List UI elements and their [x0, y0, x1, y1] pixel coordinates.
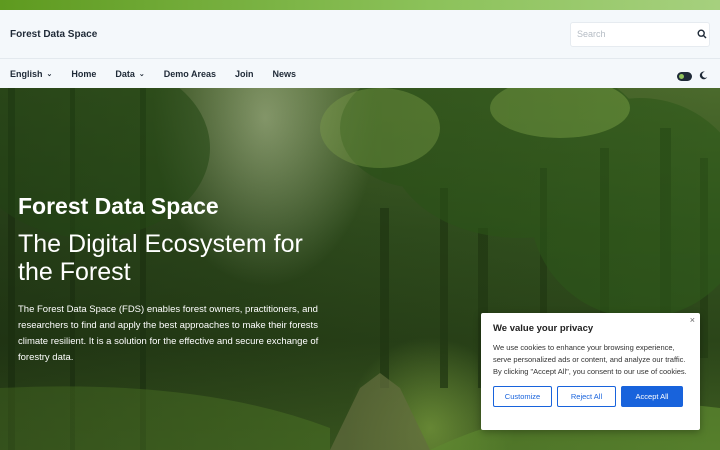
nav-demo-areas-label: Demo Areas [163, 68, 216, 79]
nav-news[interactable]: News [273, 69, 297, 79]
nav-news-label: News [272, 68, 297, 79]
nav-demo-areas[interactable]: Demo Areas [164, 69, 216, 79]
customize-button[interactable]: Customize [493, 386, 552, 407]
nav-join-label: Join [235, 68, 254, 79]
cookie-buttons: Customize Reject All Accept All [493, 386, 688, 407]
hero-title: Forest Data Space [18, 193, 219, 219]
search-input[interactable] [571, 29, 694, 39]
nav-home[interactable]: Home [71, 69, 96, 79]
nav-home-label: Home [71, 68, 97, 79]
nav-join[interactable]: Join [235, 69, 254, 79]
nav-data[interactable]: Data ⌄ [115, 69, 144, 79]
cookie-text: We use cookies to enhance your browsing … [493, 343, 687, 376]
hero-content: Forest Data Space The Digital Ecosystem … [18, 192, 348, 366]
search-icon[interactable] [694, 23, 709, 46]
moon-icon[interactable] [699, 67, 708, 85]
site-header: Forest Data Space [0, 10, 720, 58]
chevron-down-icon: ⌄ [46, 70, 53, 78]
top-accent-bar [0, 0, 720, 10]
site-title[interactable]: Forest Data Space [10, 29, 97, 40]
main-nav: English ⌄ Home Data ⌄ Demo Areas Join News [0, 58, 720, 88]
reject-all-button[interactable]: Reject All [557, 386, 616, 407]
hero-description: The Forest Data Space (FDS) enables fore… [18, 304, 319, 363]
cookie-title: We value your privacy [493, 323, 594, 334]
nav-language[interactable]: English ⌄ [10, 69, 52, 79]
nav-language-label: English [10, 68, 43, 79]
chevron-down-icon: ⌄ [138, 70, 145, 78]
close-icon[interactable]: × [690, 315, 695, 325]
switch-knob [679, 73, 684, 79]
theme-toggle[interactable] [677, 67, 708, 85]
search-box [570, 21, 710, 47]
cookie-consent-banner: × We value your privacy We use cookies t… [481, 313, 700, 430]
accept-all-button[interactable]: Accept All [621, 386, 683, 407]
theme-switch[interactable] [677, 71, 692, 81]
nav-data-label: Data [115, 68, 135, 79]
hero-subtitle: The Digital Ecosystem for the Forest [18, 230, 303, 286]
